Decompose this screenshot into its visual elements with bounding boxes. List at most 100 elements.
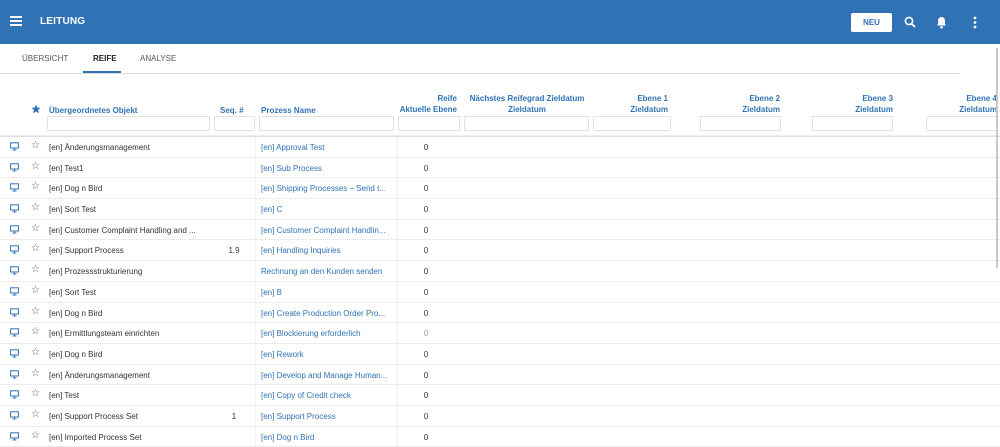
table-row[interactable]: ☆ [en] Sort Test [en] C 0 [0,199,1000,220]
monitor-icon[interactable] [10,204,19,215]
cell-process-link[interactable]: [en] Rework [261,350,304,359]
monitor-icon[interactable] [10,266,19,277]
table-row[interactable]: ☆ [en] Test1 [en] Sub Process 0 [0,158,1000,179]
col-header-parent-object[interactable]: Übergeordnetes Objekt [49,105,137,116]
cell-parent-object: [en] Dog n Bird [49,308,103,318]
cell-maturity-level: 0 [423,246,429,256]
star-outline-icon[interactable]: ☆ [31,244,40,254]
col-header-process-name[interactable]: Prozess Name [261,105,316,116]
filter-parent-object[interactable] [47,116,210,131]
table-row[interactable]: ☆ [en] Sort Test [en] B 0 [0,282,1000,303]
table-row[interactable]: ☆ [en] Ermittlungsteam einrichten [en] Blo… [0,323,1000,344]
search-icon[interactable] [901,12,919,32]
monitor-icon[interactable] [10,369,19,381]
cell-process-link[interactable]: [en] Copy of Credit check [261,391,351,400]
monitor-icon[interactable] [10,287,19,298]
monitor-icon[interactable] [10,431,19,443]
filter-level3[interactable] [812,116,893,131]
col-header-level2-line2: Zieldatum [742,105,780,114]
col-header-next-target[interactable]: Nächstes Reifegrad Zieldatum Zieldatum [462,93,592,115]
cell-process-link[interactable]: [en] Handling Inquiries [261,246,341,255]
star-outline-icon[interactable]: ☆ [31,203,40,213]
monitor-icon[interactable] [10,162,19,174]
star-outline-icon[interactable]: ☆ [31,327,40,337]
cell-maturity-level: 0 [423,370,429,380]
star-outline-icon[interactable]: ☆ [31,265,40,275]
table-row[interactable]: ☆ [en] Prozessstrukturierung Rechnung an d… [0,261,1000,282]
monitor-icon[interactable] [10,245,19,256]
cell-process-link[interactable]: [en] Develop and Manage Human... [261,371,387,380]
vertical-scrollbar[interactable] [996,48,998,268]
cell-process-link[interactable]: Rechnung an den Kunden senden [261,267,382,276]
cell-process-link[interactable]: [en] C [261,205,282,214]
col-header-seq[interactable]: Seq. # [220,105,244,116]
more-vert-icon[interactable] [966,12,984,32]
filter-next-target[interactable] [464,116,589,131]
table-body: ☆ [en] Änderungsmanagement [en] Approval T… [0,137,1000,447]
cell-parent-object: [en] Änderungsmanagement [49,143,150,152]
cell-maturity-level: 0 [423,225,429,235]
col-header-level1[interactable]: Ebene 1 Zieldatum [590,93,668,115]
monitor-icon[interactable] [10,142,19,153]
filter-seq[interactable] [214,116,255,131]
cell-process-link[interactable]: [en] Blockierung erforderlich [261,329,361,338]
monitor-icon[interactable] [10,411,19,422]
tab-maturity[interactable]: REIFE [93,54,117,63]
cell-parent-object: [en] Test [49,391,80,401]
star-outline-icon[interactable]: ☆ [31,409,40,420]
monitor-icon[interactable] [10,225,19,236]
tab-analysis[interactable]: ANALYSE [140,54,176,63]
table-row[interactable]: ☆ [en] Test [en] Copy of Credit check 0 [0,385,1000,406]
star-outline-icon[interactable]: ☆ [31,389,40,399]
monitor-icon[interactable] [10,328,19,339]
table-row[interactable]: ☆ [en] Dog n Bird [en] Rework 0 [0,344,1000,365]
monitor-icon[interactable] [10,390,19,401]
star-outline-icon[interactable]: ☆ [31,347,40,358]
filter-maturity[interactable] [398,116,460,131]
monitor-icon[interactable] [10,307,19,319]
filter-process-name[interactable] [259,116,394,131]
cell-process-link[interactable]: [en] Approval Test [261,143,324,152]
table-row[interactable]: ☆ [en] Dog n Bird [en] Create Production O… [0,303,1000,324]
filter-level4[interactable] [926,116,998,131]
table-row[interactable]: ☆ [en] Änderungsmanagement [en] Develop an… [0,365,1000,386]
col-header-maturity[interactable]: Reife Aktuelle Ebene [380,93,457,115]
cell-process-link[interactable]: [en] Shipping Processes – Send t... [261,184,386,193]
star-outline-icon[interactable]: ☆ [31,223,40,234]
star-outline-icon[interactable]: ☆ [31,182,40,192]
star-outline-icon[interactable]: ☆ [31,430,40,441]
cell-process-link[interactable]: [en] Customer Complaint Handlin... [261,226,386,235]
table-row[interactable]: ☆ [en] Support Process 1.9 [en] Handling In… [0,240,1000,262]
table-row[interactable]: ☆ [en] Imported Process Set [en] Dog n Bir… [0,427,1000,447]
new-button[interactable]: NEU [851,13,892,32]
star-outline-icon[interactable]: ☆ [31,368,40,379]
star-outline-icon[interactable]: ☆ [31,285,40,296]
cell-maturity-level: 0 [423,205,429,215]
filter-level1[interactable] [593,116,671,131]
col-header-level2[interactable]: Ebene 2 Zieldatum [700,93,780,115]
menu-icon[interactable] [10,14,22,30]
star-outline-icon[interactable]: ☆ [31,161,40,172]
cell-parent-object: [en] Sort Test [49,287,96,297]
star-outline-icon[interactable]: ☆ [31,306,40,317]
table-row[interactable]: ☆ [en] Customer Complaint Handling and ..… [0,220,1000,241]
cell-process-link[interactable]: [en] Sub Process [261,164,322,173]
tab-overview[interactable]: ÜBERSICHT [22,54,68,63]
cell-process-link[interactable]: [en] Dog n Bird [261,433,314,442]
table-row[interactable]: ☆ [en] Support Process Set 1 [en] Support P… [0,406,1000,427]
header-star-icon[interactable] [31,104,41,116]
table-row[interactable]: ☆ [en] Dog n Bird [en] Shipping Processes … [0,178,1000,200]
cell-process-link[interactable]: [en] Support Process [261,412,336,421]
cell-parent-object: [en] Dog n Bird [49,349,103,359]
table-row[interactable]: ☆ [en] Änderungsmanagement [en] Approval T… [0,137,1000,158]
star-outline-icon[interactable]: ☆ [31,141,40,151]
col-header-level4-line1: Ebene 4 [966,94,997,103]
monitor-icon[interactable] [10,349,19,360]
monitor-icon[interactable] [10,183,19,194]
filter-level2[interactable] [700,116,781,131]
col-header-level4[interactable]: Ebene 4 Zieldatum [920,93,997,115]
cell-process-link[interactable]: [en] B [261,288,282,297]
col-header-level3[interactable]: Ebene 3 Zieldatum [812,93,893,115]
cell-process-link[interactable]: [en] Create Production Order Pro... [261,309,385,318]
bell-icon[interactable] [932,12,950,32]
